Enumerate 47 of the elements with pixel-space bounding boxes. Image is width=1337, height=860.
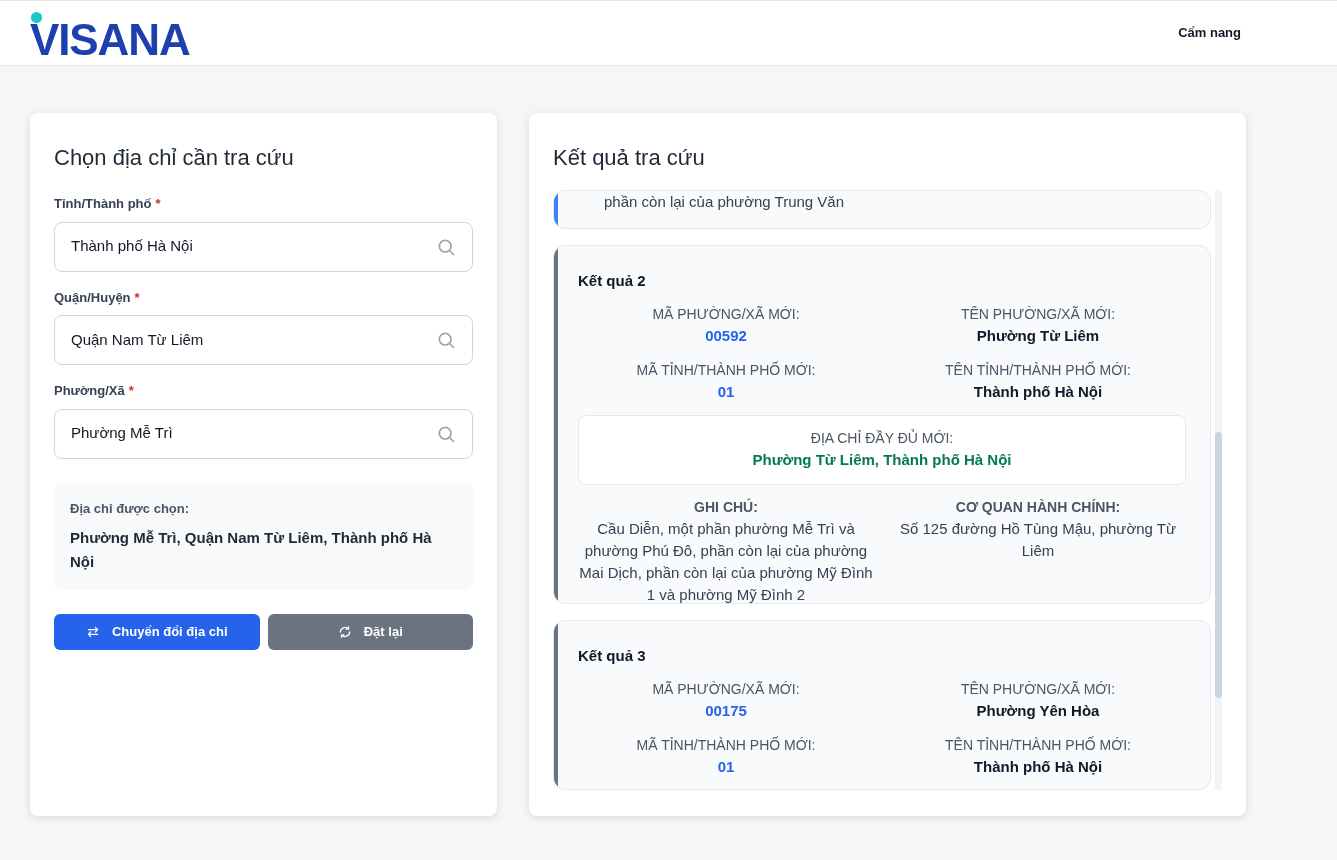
field-value: Phường Yên Hòa [976,701,1100,722]
convert-button[interactable]: Chuyển đổi địa chỉ [54,614,260,650]
reset-button[interactable]: Đặt lại [267,614,473,650]
field-label: GHI CHÚ: [694,497,758,517]
results-title: Kết quả tra cứu [553,144,706,172]
field-label: TÊN TỈNH/THÀNH PHỐ MỚI: [945,360,1131,380]
logo[interactable]: VISANA [30,23,190,56]
logo-dot-icon [30,10,43,24]
field-label: ĐỊA CHỈ ĐẦY ĐỦ MỚI: [810,428,954,449]
panel-label: Địa chỉ được chọn: [70,499,191,518]
field-label: TÊN PHƯỜNG/XÃ MỚI: [960,680,1116,700]
required-mark: * [128,382,134,400]
combobox-field[interactable]: Thành phố Hà Nội [54,221,473,272]
required-mark: * [155,195,161,213]
full-address-value: Phường Từ Liêm, Thành phố Hà Nội [752,450,1012,471]
swap-arrows-icon [85,625,100,639]
field-value: 01 [717,381,735,402]
result-title: Kết quả 2 [578,270,647,291]
field-label: CƠ QUAN HÀNH CHÍNH: [955,497,1121,517]
field-label: TÊN PHƯỜNG/XÃ MỚI: [960,305,1116,325]
scrollbar[interactable] [1215,190,1222,790]
nav-link[interactable]: Cẩm nang [1178,23,1241,43]
field-label: MÃ TỈNH/THÀNH PHỐ MỚI: [636,735,816,755]
field-label: Phường/Xã [54,382,125,400]
field-label: MÃ PHƯỜNG/XÃ MỚI: [652,680,800,700]
field-value: 01 [717,756,735,777]
field-text: Cầu Diễn, một phần phường Mễ Trì và phường Phú Đô, phần còn lại của phường Mai Dịch, phần còn lại của phường Mỹ Đình 1 và phường Mỹ Đình 2 [578,518,874,603]
field-label: MÃ PHƯỜNG/XÃ MỚI: [652,305,800,325]
field-label: Quận/Huyện [54,288,131,307]
field-value: Phường Từ Liêm [976,326,1100,347]
search-icon [436,330,456,350]
field-label: MÃ TỈNH/THÀNH PHỐ MỚI: [636,360,816,380]
refresh-icon [337,625,352,639]
field-text: Số 125 đường Hồ Tùng Mậu, phường Từ Liêm [898,518,1178,561]
field-value: 00175 [705,701,747,722]
result-note: phần còn lại của phường Trung Văn [604,192,846,212]
result-title: Kết quả 3 [578,645,647,666]
combobox-field[interactable]: Phường Mễ Trì [54,408,473,459]
field-value: 00592 [705,326,747,347]
form-title: Chọn địa chỉ cần tra cứu [54,144,295,172]
field-label: Tỉnh/Thành phố [54,195,152,213]
field-value: Thành phố Hà Nội [973,756,1103,777]
selected-address: Phường Mễ Trì, Quận Nam Từ Liêm, Thành phố Hà Nội [70,528,433,572]
combobox-field[interactable]: Quận Nam Từ Liêm [54,315,473,365]
required-mark: * [134,288,140,307]
field-value: Thành phố Hà Nội [973,381,1103,402]
field-label: TÊN TỈNH/THÀNH PHỐ MỚI: [945,735,1131,755]
